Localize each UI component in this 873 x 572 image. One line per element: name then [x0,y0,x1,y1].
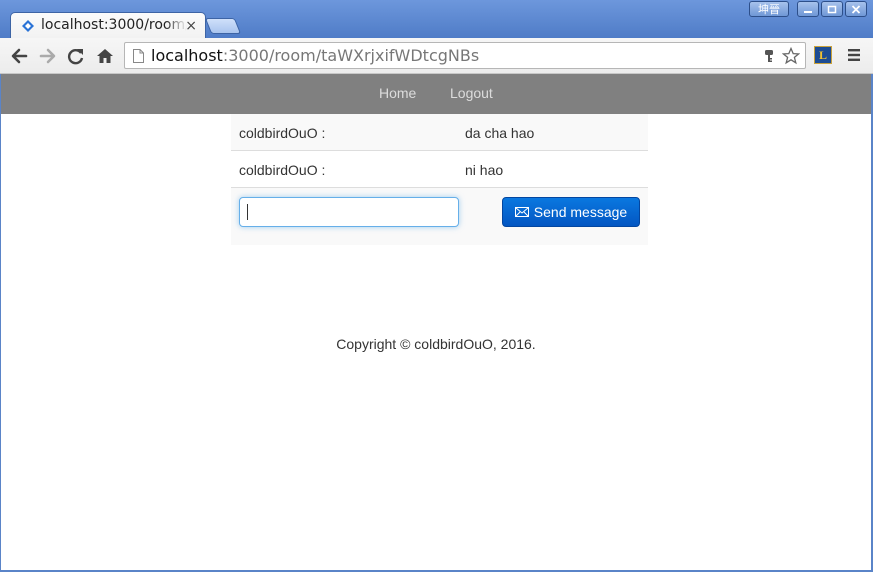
envelope-icon [514,207,529,217]
meteor-favicon-icon [22,20,34,32]
bookmark-star-icon[interactable] [782,47,800,65]
close-icon [851,5,861,14]
footer-copyright: Copyright © coldbirdOuO, 2016. [336,336,536,352]
chat-panel: coldbirdOuO : da cha hao coldbirdOuO : n… [231,114,648,245]
tab-title: localhost:3000/room/taWXrjxifWDtcgNBs [41,17,187,33]
extension-icon[interactable]: L [814,46,832,64]
message-row: coldbirdOuO : ni hao [231,151,648,188]
menu-icon[interactable] [847,48,861,62]
message-text: ni hao [465,162,504,178]
message-row: coldbirdOuO : da cha hao [231,114,648,151]
send-message-label: Send message [533,204,628,220]
browser-toolbar: localhost:3000/room/taWXrjxifWDtcgNBs L [0,38,873,74]
maximize-button[interactable] [821,1,843,17]
message-username: coldbirdOuO : [239,125,326,141]
forward-arrow-icon[interactable] [38,47,58,65]
url-text[interactable]: localhost:3000/room/taWXrjxifWDtcgNBs [151,46,479,65]
page-icon [133,49,144,63]
profile-button[interactable]: 坤晉 [749,1,789,17]
send-message-button[interactable]: Send message [502,197,640,227]
close-window-button[interactable] [845,1,867,17]
new-tab-button[interactable] [204,18,242,34]
back-arrow-icon[interactable] [9,47,29,65]
tab-close-icon[interactable]: × [185,17,197,35]
nav-home-link[interactable]: Home [379,85,416,101]
site-navbar: Home Logout [1,74,871,114]
text-caret [247,204,248,220]
address-bar[interactable]: localhost:3000/room/taWXrjxifWDtcgNBs [124,42,806,69]
minimize-button[interactable] [797,1,819,17]
home-icon[interactable] [95,47,115,65]
page-viewport: Home Logout coldbirdOuO : da cha hao col… [1,74,871,570]
message-input[interactable] [239,197,459,227]
url-host: localhost [151,46,223,65]
message-text: da cha hao [465,125,535,141]
reload-icon[interactable] [66,47,86,65]
browser-tab[interactable]: localhost:3000/room/taWXrjxifWDtcgNBs × [10,12,206,38]
browser-titlebar: localhost:3000/room/taWXrjxifWDtcgNBs × … [0,0,873,38]
key-icon[interactable] [763,49,775,63]
url-path: :3000/room/taWXrjxifWDtcgNBs [222,46,480,65]
message-username: coldbirdOuO : [239,162,326,178]
maximize-icon [827,5,837,14]
nav-logout-link[interactable]: Logout [450,85,493,101]
minimize-icon [804,11,812,13]
